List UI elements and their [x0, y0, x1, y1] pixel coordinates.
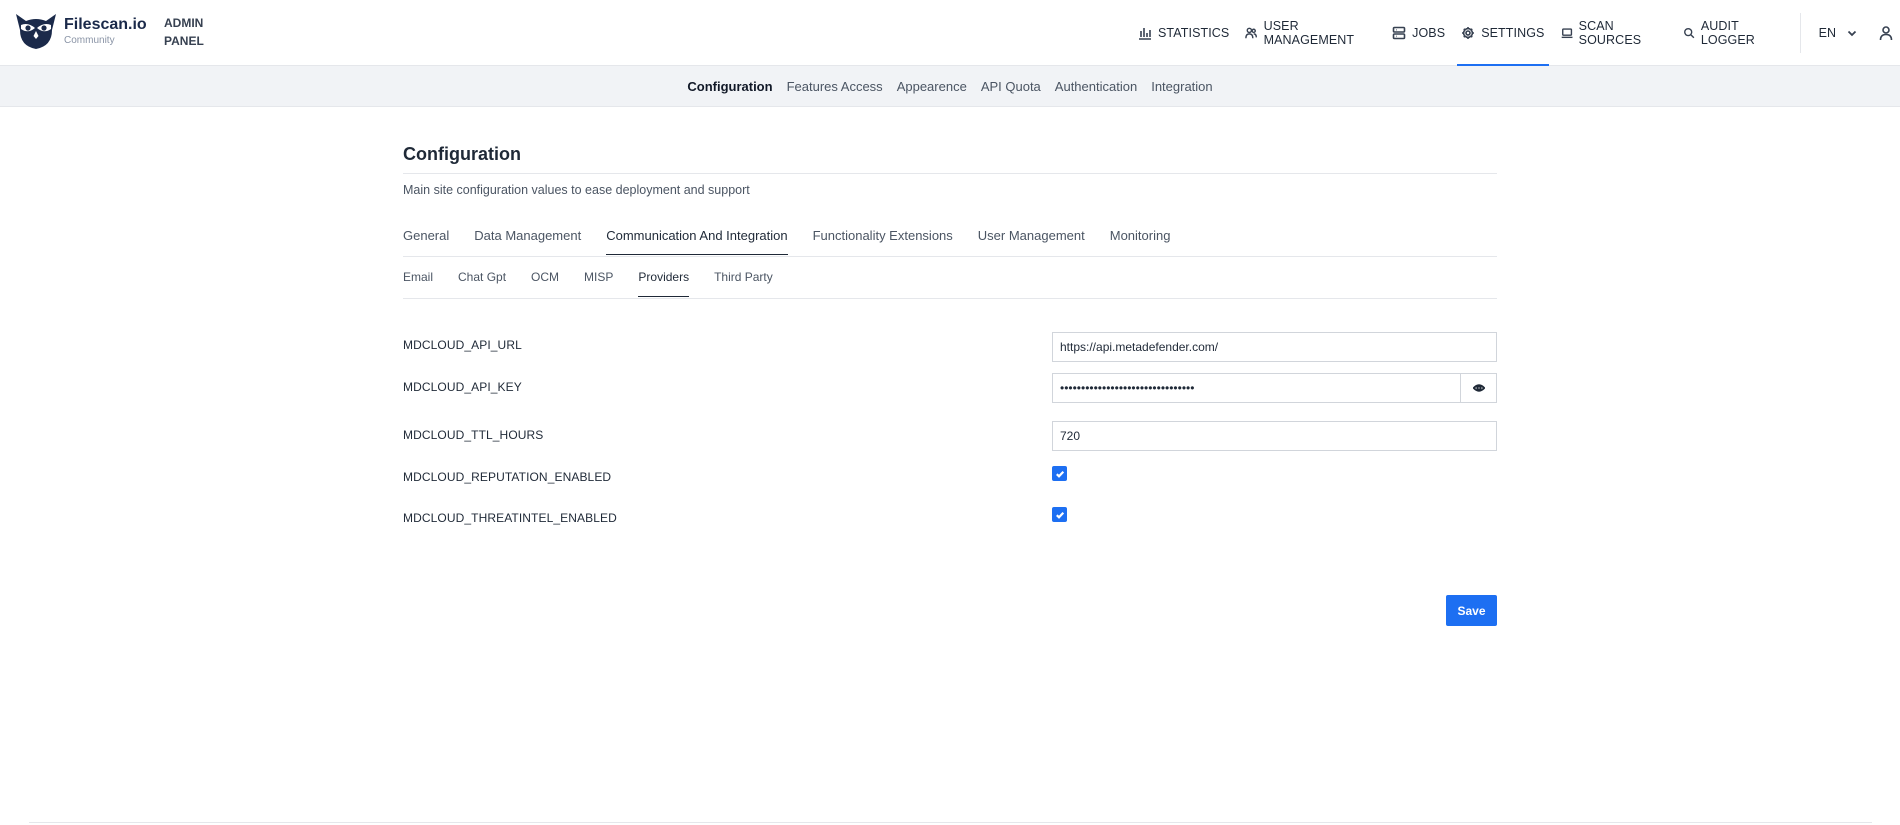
gear-icon — [1462, 27, 1475, 39]
threatintel-enabled-checkbox[interactable] — [1052, 507, 1067, 522]
reputation-enabled-label: MDCLOUD_REPUTATION_ENABLED — [403, 470, 612, 484]
nav-user-management[interactable]: USER MANAGEMENT — [1237, 0, 1384, 66]
subnav-integration[interactable]: Integration — [1151, 79, 1212, 94]
page-title: Configuration — [403, 144, 521, 164]
language-selector[interactable]: EN — [1809, 0, 1864, 66]
subnav-appearence[interactable]: Appearence — [897, 79, 967, 94]
tab-communication-and-integration[interactable]: Communication And Integration — [606, 226, 788, 257]
admin-panel-label: ADMIN PANEL — [164, 16, 204, 48]
nav-user-management-label: USER MANAGEMENT — [1263, 19, 1355, 47]
api-key-input[interactable] — [1052, 373, 1461, 403]
subtab-providers[interactable]: Providers — [638, 269, 689, 299]
user-icon — [1879, 26, 1893, 41]
tab-data-management[interactable]: Data Management — [474, 226, 581, 257]
subtab-ocm[interactable]: OCM — [531, 269, 559, 299]
title-divider — [403, 173, 1497, 174]
eye-icon — [1472, 384, 1485, 392]
check-icon — [1055, 511, 1064, 519]
check-icon — [1055, 470, 1064, 478]
api-key-label: MDCLOUD_API_KEY — [403, 380, 522, 394]
laptop-icon — [1561, 28, 1572, 39]
subnav-api-quota[interactable]: API Quota — [981, 79, 1041, 94]
page-description: Main site configuration values to ease d… — [403, 183, 750, 197]
config-tabs: General Data Management Communication An… — [403, 226, 1497, 257]
search-icon — [1683, 27, 1695, 39]
owl-logo-icon — [16, 14, 56, 49]
api-url-label: MDCLOUD_API_URL — [403, 338, 522, 352]
save-button[interactable]: Save — [1446, 595, 1497, 626]
nav-jobs[interactable]: JOBS — [1384, 0, 1453, 66]
nav-statistics-label: STATISTICS — [1158, 26, 1230, 40]
subtab-email[interactable]: Email — [403, 269, 433, 299]
nav-audit-logger-label: AUDIT LOGGER — [1700, 19, 1755, 47]
tab-general[interactable]: General — [403, 226, 449, 257]
subnav-authentication[interactable]: Authentication — [1055, 79, 1137, 94]
nav-statistics[interactable]: STATISTICS — [1130, 0, 1237, 66]
show-password-button[interactable] — [1460, 373, 1497, 403]
subnav-configuration[interactable]: Configuration — [687, 79, 772, 94]
subtab-third-party[interactable]: Third Party — [714, 269, 773, 299]
server-icon — [1392, 26, 1406, 40]
nav-scan-sources[interactable]: SCAN SOURCES — [1553, 0, 1675, 66]
settings-subnav: Configuration Features Access Appearence… — [0, 66, 1900, 107]
tab-monitoring[interactable]: Monitoring — [1110, 226, 1171, 257]
brand-edition: Community — [64, 34, 115, 46]
tab-functionality-extensions[interactable]: Functionality Extensions — [813, 226, 953, 257]
subtab-chat-gpt[interactable]: Chat Gpt — [458, 269, 506, 299]
nav-settings-label: SETTINGS — [1481, 26, 1545, 40]
language-label: EN — [1818, 26, 1836, 40]
main-nav: STATISTICS USER MANAGEMENT JOBS SETTINGS — [1130, 0, 1900, 67]
subtab-misp[interactable]: MISP — [584, 269, 613, 299]
filescan-logo[interactable]: Filescan.io Community — [14, 12, 147, 50]
ttl-hours-input[interactable] — [1052, 421, 1497, 451]
chevron-down-icon — [1847, 30, 1857, 37]
threatintel-enabled-label: MDCLOUD_THREATINTEL_ENABLED — [403, 511, 617, 525]
user-menu[interactable] — [1864, 0, 1900, 66]
integration-subtabs: Email Chat Gpt OCM MISP Providers Third … — [403, 269, 1497, 299]
top-header: Filescan.io Community ADMIN PANEL STATIS… — [0, 0, 1900, 67]
nav-settings[interactable]: SETTINGS — [1453, 0, 1552, 67]
nav-jobs-label: JOBS — [1412, 26, 1446, 40]
bar-chart-icon — [1139, 28, 1151, 40]
nav-audit-logger[interactable]: AUDIT LOGGER — [1675, 0, 1792, 66]
tab-user-management[interactable]: User Management — [978, 226, 1085, 257]
ttl-hours-label: MDCLOUD_TTL_HOURS — [403, 428, 544, 442]
subnav-features-access[interactable]: Features Access — [787, 79, 883, 94]
nav-scan-sources-label: SCAN SOURCES — [1578, 19, 1642, 47]
brand-name: Filescan.io — [64, 15, 147, 33]
api-url-input[interactable] — [1052, 332, 1497, 362]
footer-divider — [29, 822, 1872, 823]
reputation-enabled-checkbox[interactable] — [1052, 466, 1067, 481]
users-icon — [1245, 27, 1258, 39]
nav-divider — [1799, 13, 1801, 53]
